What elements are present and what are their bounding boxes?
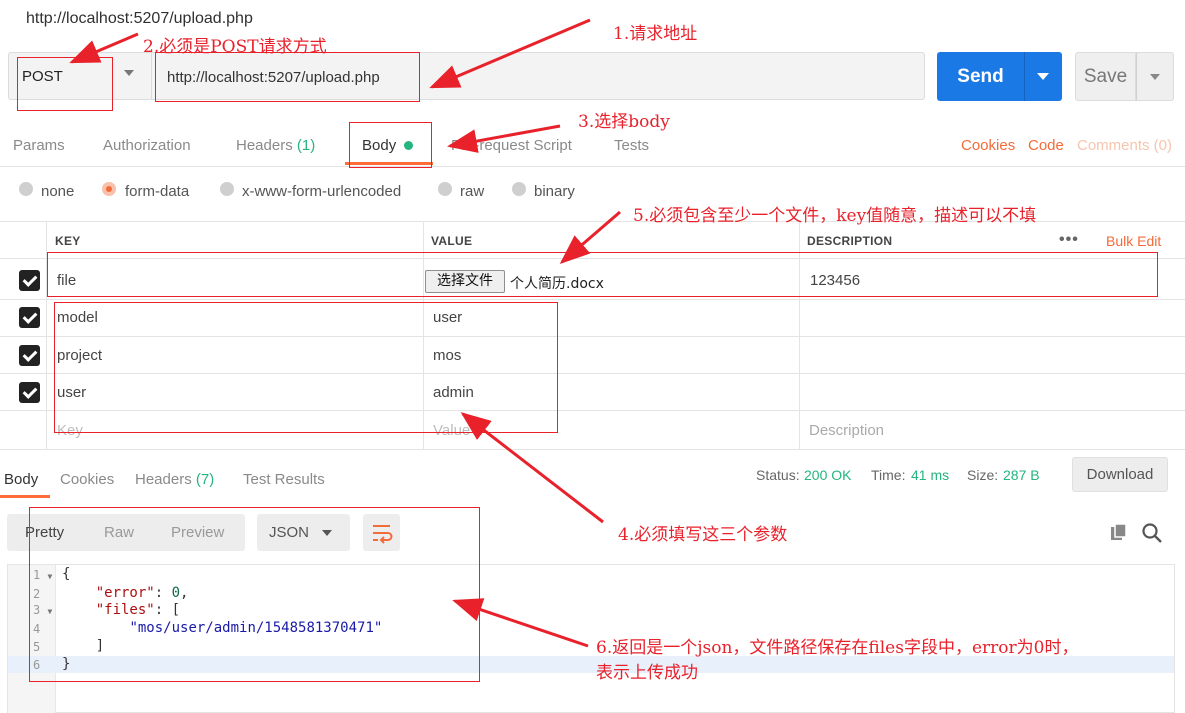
annotation-6-line-1: 6.返回是一个json，文件路径保存在files字段中，error为0时， [596, 638, 1079, 658]
annotation-5: 5.必须包含至少一个文件，key值随意，描述可以不填 [633, 206, 1037, 226]
annotation-4: 4.必须填写这三个参数 [618, 525, 788, 545]
annotation-1: 1.请求地址 [613, 24, 698, 44]
annotation-2: 2.必须是POST请求方式 [143, 37, 327, 57]
annotation-6-line-2: 表示上传成功 [596, 663, 698, 683]
annotation-3: 3.选择body [578, 112, 670, 132]
